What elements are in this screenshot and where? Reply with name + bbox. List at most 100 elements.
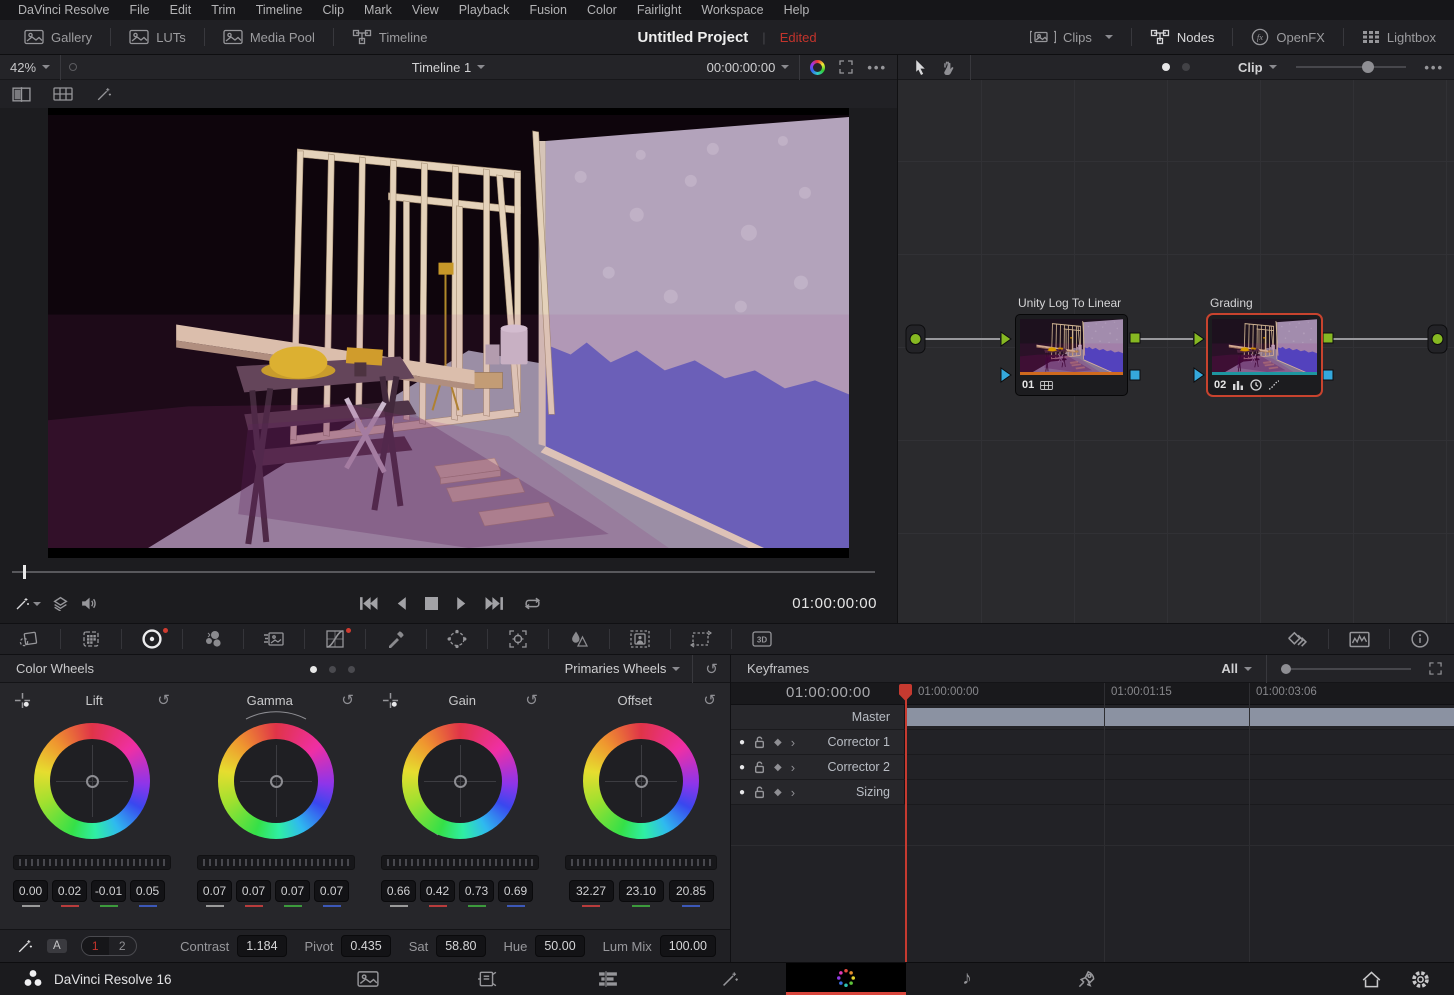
gamma-value-g[interactable]: 0.07 bbox=[275, 880, 310, 902]
wheel-page-dots[interactable] bbox=[310, 655, 355, 683]
lift-value-g[interactable]: -0.01 bbox=[91, 880, 126, 902]
tracker-icon[interactable] bbox=[488, 624, 548, 654]
menu-mark[interactable]: Mark bbox=[354, 3, 402, 17]
info-icon[interactable] bbox=[1390, 630, 1450, 648]
track-row-sizing[interactable]: ●◆› Sizing bbox=[731, 780, 1454, 805]
gain-wheel-indicator[interactable] bbox=[454, 775, 467, 788]
keyframe-diamond-icon[interactable]: ◆ bbox=[774, 737, 782, 748]
keyframe-diamond-icon[interactable]: ◆ bbox=[774, 762, 782, 773]
color-match-icon[interactable] bbox=[61, 624, 121, 654]
menu-fusion[interactable]: Fusion bbox=[519, 3, 577, 17]
page-1-toggle[interactable]: 1 bbox=[82, 937, 109, 955]
offset-value-r[interactable]: 32.27 bbox=[569, 880, 614, 902]
zoom-select[interactable]: 42% bbox=[0, 60, 60, 75]
page-dot-1[interactable] bbox=[1162, 63, 1170, 71]
keyframes-zoom-slider[interactable] bbox=[1281, 668, 1411, 670]
node-zoom-slider-handle[interactable] bbox=[1362, 61, 1374, 73]
keyframes-zoom-handle[interactable] bbox=[1281, 664, 1291, 674]
pivot-value[interactable]: 0.435 bbox=[341, 935, 390, 957]
page-cut[interactable] bbox=[427, 963, 547, 995]
split-screen-icon[interactable] bbox=[12, 87, 31, 102]
sizing-icon[interactable] bbox=[671, 624, 731, 654]
menu-file[interactable]: File bbox=[119, 3, 159, 17]
auto-button[interactable]: A bbox=[47, 939, 67, 953]
master-track-bar[interactable] bbox=[906, 708, 1454, 726]
openfx-button[interactable]: OpenFX bbox=[1233, 20, 1342, 54]
gallery-button[interactable]: Gallery bbox=[6, 20, 110, 54]
wheels-mode-select[interactable]: Primaries Wheels bbox=[565, 661, 681, 676]
cursor-tool-icon[interactable] bbox=[914, 59, 927, 76]
grid-view-icon[interactable] bbox=[53, 87, 73, 101]
contrast-value[interactable]: 1.184 bbox=[237, 935, 286, 957]
menu-workspace[interactable]: Workspace bbox=[691, 3, 773, 17]
camera-raw-icon[interactable] bbox=[0, 624, 60, 654]
timeline-button[interactable]: Timeline bbox=[334, 20, 446, 54]
lift-reset-icon[interactable]: ↺ bbox=[157, 691, 170, 709]
page-color[interactable] bbox=[786, 963, 906, 995]
node-2[interactable]: 02 bbox=[1206, 313, 1323, 397]
gain-value-b[interactable]: 0.69 bbox=[498, 880, 533, 902]
key-icon[interactable] bbox=[610, 624, 670, 654]
keyframes-playhead[interactable] bbox=[905, 684, 907, 962]
step-back-button[interactable] bbox=[396, 596, 407, 611]
nodes-button[interactable]: Nodes bbox=[1132, 20, 1233, 54]
node-options-menu[interactable]: ••• bbox=[1424, 60, 1444, 75]
menu-edit[interactable]: Edit bbox=[160, 3, 202, 17]
reset-all-icon[interactable]: ↺ bbox=[705, 660, 718, 678]
gamma-value-y[interactable]: 0.07 bbox=[197, 880, 232, 902]
menu-view[interactable]: View bbox=[402, 3, 449, 17]
gamma-value-r[interactable]: 0.07 bbox=[236, 880, 271, 902]
menu-color[interactable]: Color bbox=[577, 3, 627, 17]
lift-value-b[interactable]: 0.05 bbox=[130, 880, 165, 902]
layers-icon[interactable] bbox=[53, 596, 68, 611]
play-button[interactable] bbox=[456, 596, 467, 611]
luts-button[interactable]: LUTs bbox=[111, 20, 204, 54]
node-graph[interactable]: Unity Log To Linear 01 Grading 02 bbox=[898, 80, 1454, 623]
stereo-3d-icon[interactable]: 3D bbox=[732, 624, 792, 654]
color-picker-tool[interactable] bbox=[14, 596, 41, 612]
keyframes-palette-icon[interactable] bbox=[1268, 631, 1328, 648]
lock-icon[interactable] bbox=[754, 736, 765, 749]
track-enable-dot[interactable]: ● bbox=[739, 737, 745, 748]
track-enable-dot[interactable]: ● bbox=[739, 787, 745, 798]
clips-button[interactable]: Clips bbox=[1012, 20, 1131, 54]
page-fusion[interactable] bbox=[669, 963, 789, 995]
gain-master-slider[interactable] bbox=[381, 855, 539, 870]
viewer-timecode-select[interactable]: 00:00:00:00 bbox=[707, 60, 790, 75]
lift-picker-icon[interactable] bbox=[14, 692, 31, 709]
scrubber-playhead[interactable] bbox=[23, 565, 26, 579]
power-window-icon[interactable] bbox=[427, 624, 487, 654]
gamma-reset-icon[interactable]: ↺ bbox=[341, 691, 354, 709]
offset-value-b[interactable]: 20.85 bbox=[669, 880, 714, 902]
menu-clip[interactable]: Clip bbox=[313, 3, 355, 17]
lift-master-slider[interactable] bbox=[13, 855, 171, 870]
page-dot-2[interactable] bbox=[1182, 63, 1190, 71]
skip-to-end-button[interactable] bbox=[485, 596, 504, 611]
gamma-value-b[interactable]: 0.07 bbox=[314, 880, 349, 902]
expand-track-chevron[interactable]: › bbox=[791, 785, 795, 800]
gamma-wheel[interactable] bbox=[218, 723, 334, 839]
gain-value-r[interactable]: 0.42 bbox=[420, 880, 455, 902]
loop-button[interactable] bbox=[523, 596, 542, 611]
expand-viewer-icon[interactable] bbox=[839, 60, 853, 74]
hue-value[interactable]: 50.00 bbox=[535, 935, 584, 957]
stop-button[interactable] bbox=[425, 597, 438, 610]
menu-fairlight[interactable]: Fairlight bbox=[627, 3, 691, 17]
settings-button[interactable] bbox=[1395, 963, 1445, 995]
page-edit[interactable] bbox=[548, 963, 668, 995]
enhanced-viewer-icon[interactable] bbox=[810, 60, 825, 75]
offset-master-slider[interactable] bbox=[565, 855, 717, 870]
expand-track-chevron[interactable]: › bbox=[791, 760, 795, 775]
keyframes-ruler[interactable]: 01:00:00:00 01:00:00:00 01:00:01:15 01:0… bbox=[731, 683, 1454, 705]
gain-picker-icon[interactable] bbox=[382, 692, 399, 709]
lock-icon[interactable] bbox=[754, 786, 765, 799]
scrubber-track[interactable] bbox=[12, 571, 875, 573]
lift-value-r[interactable]: 0.02 bbox=[52, 880, 87, 902]
gamma-wheel-indicator[interactable] bbox=[270, 775, 283, 788]
scopes-icon[interactable] bbox=[1329, 631, 1389, 648]
track-enable-dot[interactable]: ● bbox=[739, 762, 745, 773]
gamma-master-slider[interactable] bbox=[197, 855, 355, 870]
gain-value-g[interactable]: 0.73 bbox=[459, 880, 494, 902]
menu-app[interactable]: DaVinci Resolve bbox=[8, 3, 119, 17]
media-pool-button[interactable]: Media Pool bbox=[205, 20, 333, 54]
